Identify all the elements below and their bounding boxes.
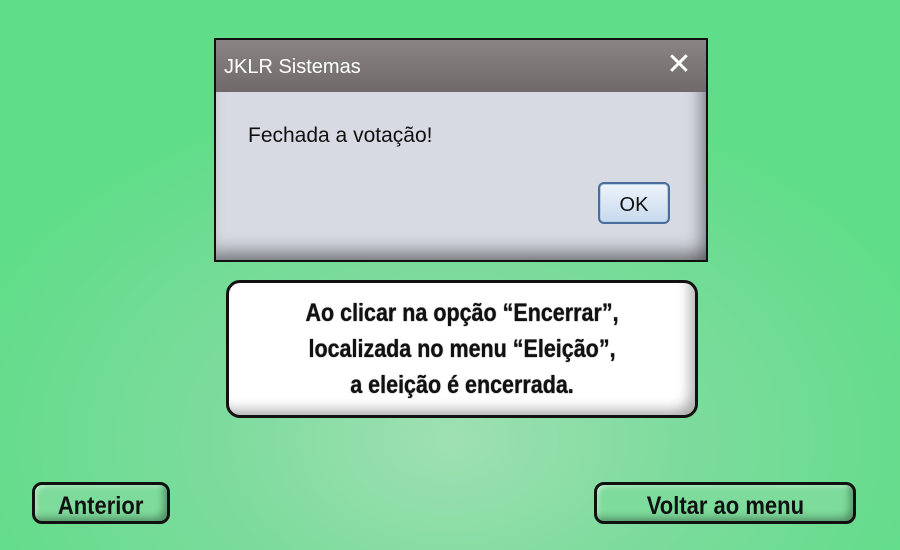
message-dialog: JKLR Sistemas ✕ Fechada a votação! OK — [214, 38, 708, 262]
previous-button[interactable]: Anterior — [32, 482, 170, 524]
dialog-title: JKLR Sistemas — [224, 56, 361, 78]
callout-line: a eleição é encerrada. — [350, 371, 574, 399]
back-to-menu-button[interactable]: Voltar ao menu — [594, 482, 856, 524]
close-icon[interactable]: ✕ — [666, 50, 692, 80]
explanation-callout: Ao clicar na opção “Encerrar”, localizad… — [226, 280, 698, 418]
dialog-titlebar[interactable]: JKLR Sistemas ✕ — [216, 40, 706, 92]
callout-text: Ao clicar na opção “Encerrar”, localizad… — [305, 295, 618, 403]
dialog-message: Fechada a votação! — [248, 124, 433, 147]
callout-line: Ao clicar na opção “Encerrar”, — [305, 299, 619, 327]
back-to-menu-button-label: Voltar ao menu — [646, 492, 804, 520]
ok-button[interactable]: OK — [598, 182, 670, 224]
callout-line: localizada no menu “Eleição”, — [308, 335, 616, 363]
previous-button-label: Anterior — [58, 492, 144, 520]
